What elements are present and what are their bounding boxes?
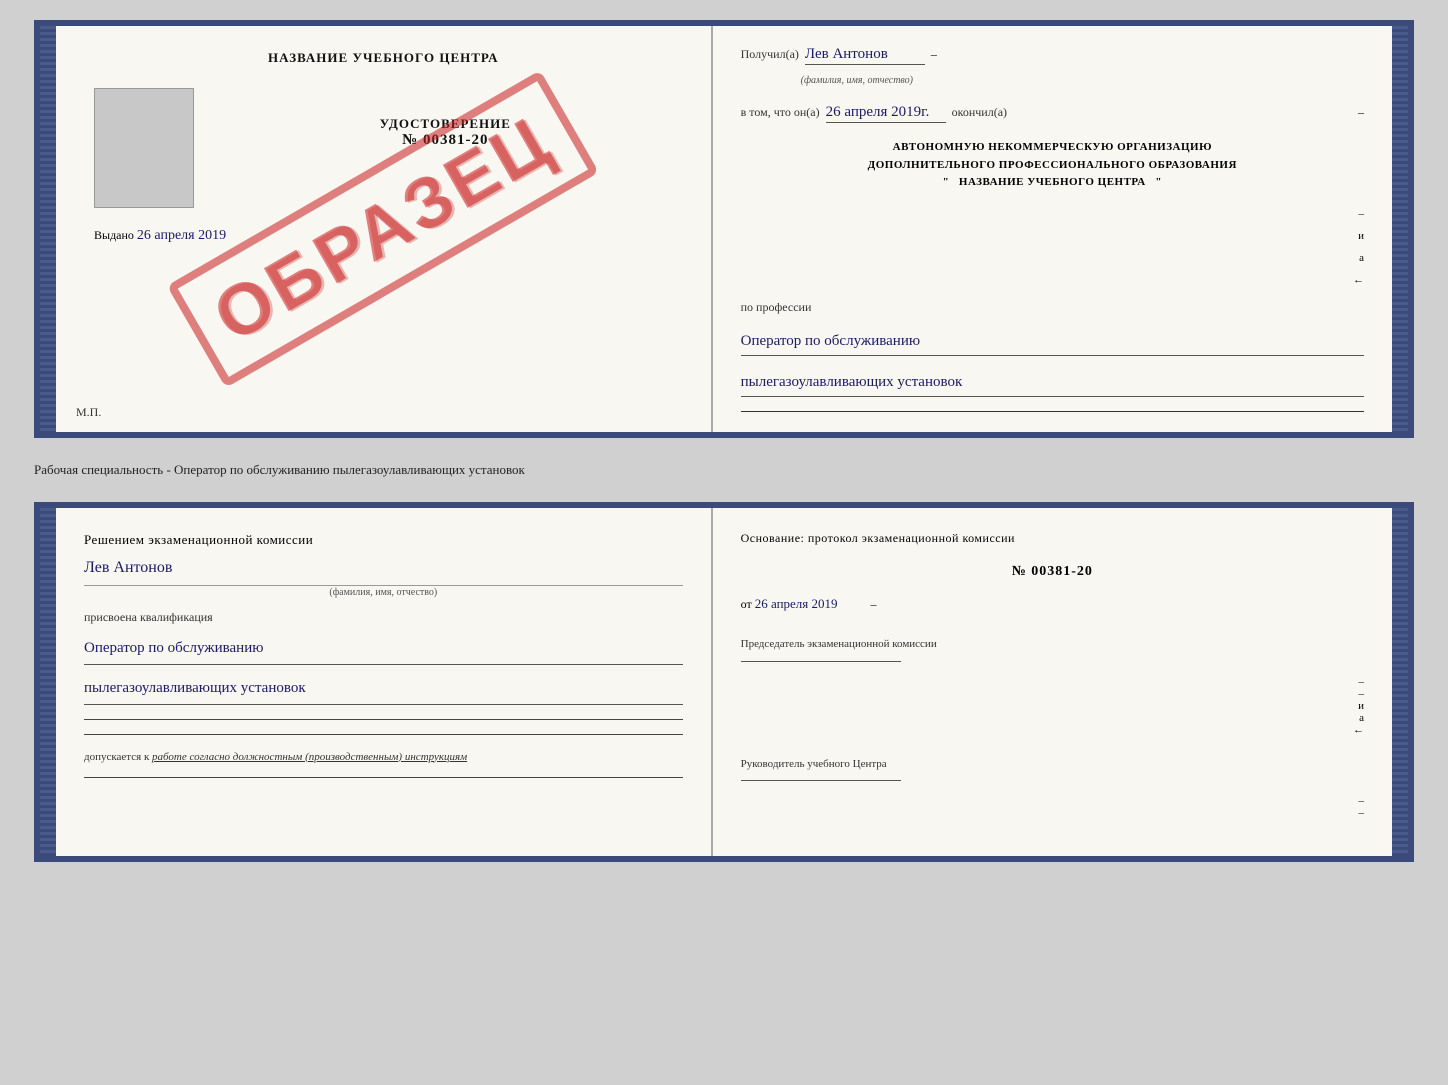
org-line2: ДОПОЛНИТЕЛЬНОГО ПРОФЕССИОНАЛЬНОГО ОБРАЗО… xyxy=(741,157,1364,175)
cert-type-label: УДОСТОВЕРЕНИЕ xyxy=(380,116,511,132)
org-line1: АВТОНОМНУЮ НЕКОММЕРЧЕСКУЮ ОРГАНИЗАЦИЮ xyxy=(741,139,1364,157)
cert-number-top: № 00381-20 xyxy=(402,132,488,149)
cert2-underline3 xyxy=(84,777,683,778)
name-subtitle-top: (фамилия, имя, отчество) xyxy=(801,75,1364,86)
cert-right-page: Получил(а) Лев Антонов – (фамилия, имя, … xyxy=(713,26,1392,432)
qualification-line2: пылегазоулавливающих установок xyxy=(84,675,683,705)
cert2-right-page: Основание: протокол экзаменационной коми… xyxy=(713,508,1392,856)
name-subtitle-bottom: (фамилия, имя, отчество) xyxy=(84,585,683,598)
org-line3: " НАЗВАНИЕ УЧЕБНОГО ЦЕНТРА " xyxy=(741,174,1364,192)
allowed-block: допускается к работе согласно должностны… xyxy=(84,751,683,763)
received-label: Получил(а) xyxy=(741,47,799,62)
decision-label: Решением экзаменационной комиссии xyxy=(84,530,683,551)
completed-date: 26 апреля 2019г. xyxy=(826,104,946,123)
profession-line2-top: пылегазоулавливающих установок xyxy=(741,370,1364,397)
date-prefix: от xyxy=(741,597,752,611)
protocol-date: 26 апреля 2019 xyxy=(755,596,838,611)
edge-right-bottom xyxy=(1392,508,1408,856)
edge-right-top xyxy=(1392,26,1408,432)
certificate-book-top: НАЗВАНИЕ УЧЕБНОГО ЦЕНТРА УДОСТОВЕРЕНИЕ №… xyxy=(34,20,1414,438)
person-name: Лев Антонов xyxy=(84,559,683,577)
org-block: АВТОНОМНУЮ НЕКОММЕРЧЕСКУЮ ОРГАНИЗАЦИЮ ДО… xyxy=(741,139,1364,192)
received-name: Лев Антонов xyxy=(805,46,925,65)
cert-left-page: НАЗВАНИЕ УЧЕБНОГО ЦЕНТРА УДОСТОВЕРЕНИЕ №… xyxy=(56,26,713,432)
protocol-date-line: от 26 апреля 2019 – xyxy=(741,596,1364,612)
basis-label: Основание: протокол экзаменационной коми… xyxy=(741,528,1364,548)
chairman-block: Председатель экзаменационной комиссии xyxy=(741,636,1364,662)
director-block: Руководитель учебного Центра xyxy=(741,756,1364,782)
allowed-text: работе согласно должностным (производств… xyxy=(152,751,467,763)
edge-left-top xyxy=(40,26,56,432)
cert2-underline1 xyxy=(84,719,683,720)
chairman-sign-line xyxy=(741,661,901,662)
cert2-left-page: Решением экзаменационной комиссии Лев Ан… xyxy=(56,508,713,856)
edge-left-bottom xyxy=(40,508,56,856)
qualification-line1: Оператор по обслуживанию xyxy=(84,635,683,665)
profession-line1-top: Оператор по обслуживанию xyxy=(741,329,1364,356)
issued-label: Выдано xyxy=(94,228,134,242)
assigned-label: присвоена квалификация xyxy=(84,610,683,625)
chairman-label: Председатель экзаменационной комиссии xyxy=(741,636,1364,653)
completed-prefix: в том, что он(а) xyxy=(741,105,820,120)
cert2-underline2 xyxy=(84,734,683,735)
certificate-book-bottom: Решением экзаменационной комиссии Лев Ан… xyxy=(34,502,1414,862)
right-underline xyxy=(741,411,1364,412)
completed-suffix: окончил(а) xyxy=(952,105,1007,120)
school-title-top: НАЗВАНИЕ УЧЕБНОГО ЦЕНТРА xyxy=(268,50,499,66)
allowed-label: допускается к xyxy=(84,751,149,763)
director-label: Руководитель учебного Центра xyxy=(741,756,1364,773)
mp-label: М.П. xyxy=(76,405,101,420)
photo-placeholder xyxy=(94,88,194,208)
issued-date: 26 апреля 2019 xyxy=(137,228,226,243)
profession-label-top: по профессии xyxy=(741,300,1364,315)
separator-text: Рабочая специальность - Оператор по обсл… xyxy=(34,454,1414,486)
protocol-number: № 00381-20 xyxy=(741,564,1364,580)
director-sign-line xyxy=(741,780,901,781)
completed-line: в том, что он(а) 26 апреля 2019г. окончи… xyxy=(741,104,1364,123)
cert-issued: Выдано 26 апреля 2019 xyxy=(94,228,226,244)
received-line: Получил(а) Лев Антонов – xyxy=(741,46,1364,65)
